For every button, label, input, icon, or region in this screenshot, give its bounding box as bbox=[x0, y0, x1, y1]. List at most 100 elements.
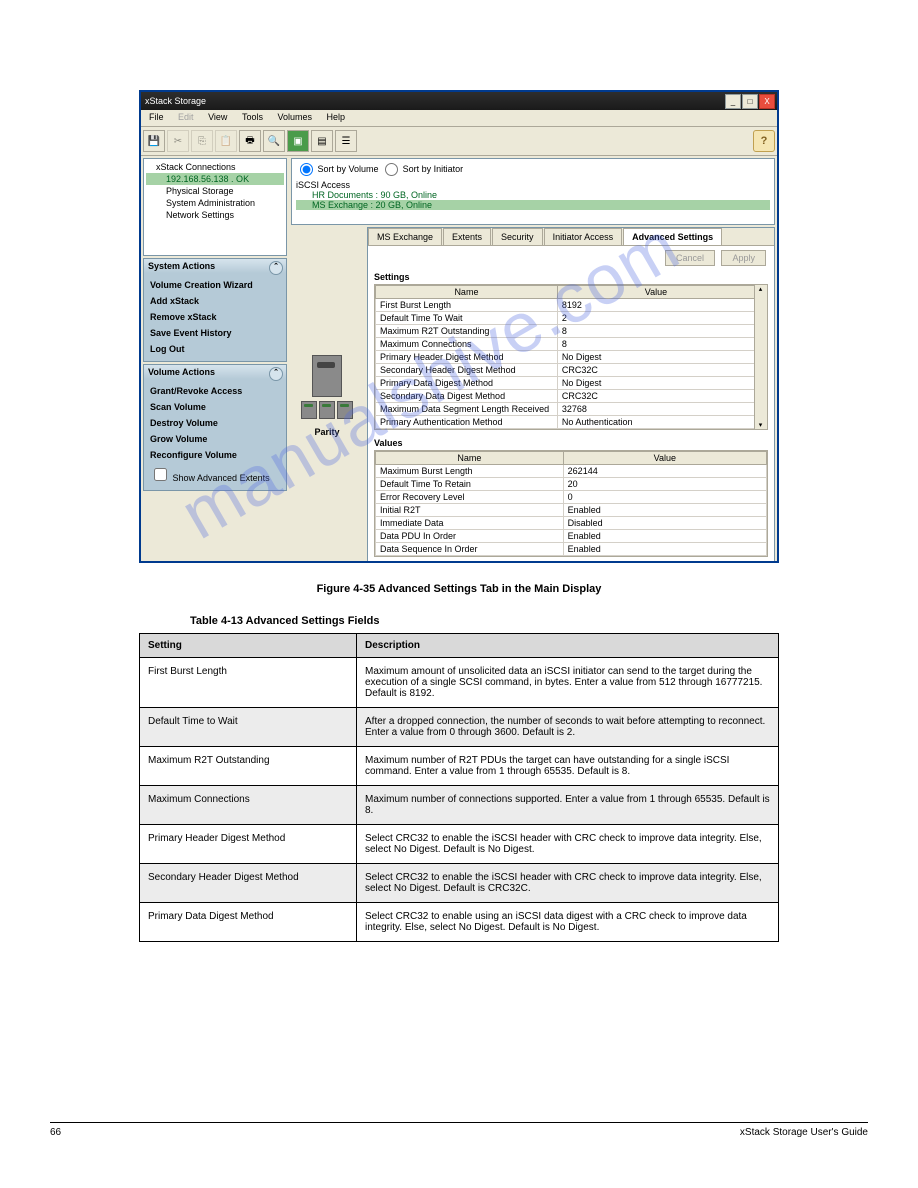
tree-item-sysadmin[interactable]: System Administration bbox=[146, 197, 284, 209]
search-icon[interactable]: 🔍 bbox=[263, 130, 285, 152]
collapse-icon[interactable]: ⌃ bbox=[269, 367, 283, 381]
menu-volumes[interactable]: Volumes bbox=[271, 110, 318, 124]
system-actions-panel: System Actions ⌃ Volume Creation Wizard A… bbox=[143, 258, 287, 362]
maximize-button[interactable]: □ bbox=[742, 94, 758, 109]
menu-file[interactable]: File bbox=[143, 110, 170, 124]
list-icon[interactable]: ☰ bbox=[335, 130, 357, 152]
iscsi-root[interactable]: iSCSI Access bbox=[296, 180, 770, 190]
page-footer: 66 xStack Storage User's Guide bbox=[50, 1122, 868, 1138]
save-icon[interactable]: 💾 bbox=[143, 130, 165, 152]
table-row: Initial R2TEnabled bbox=[376, 504, 767, 517]
collapse-icon[interactable]: ⌃ bbox=[269, 261, 283, 275]
system-actions-title: System Actions bbox=[148, 261, 215, 271]
menu-edit: Edit bbox=[172, 110, 200, 124]
col-name: Name bbox=[376, 286, 558, 299]
sort-by-volume[interactable]: Sort by Volume bbox=[296, 164, 379, 174]
settings-header: Settings bbox=[368, 270, 774, 284]
action-grow[interactable]: Grow Volume bbox=[148, 431, 282, 447]
table-row: Default Time To Retain20 bbox=[376, 478, 767, 491]
volume-list-area: Sort by Volume Sort by Initiator iSCSI A… bbox=[291, 158, 775, 225]
apply-button: Apply bbox=[721, 250, 766, 266]
add-icon[interactable]: ▣ bbox=[287, 130, 309, 152]
server-icon bbox=[312, 355, 342, 397]
values-grid: NameValue Maximum Burst Length262144 Def… bbox=[374, 450, 768, 557]
action-reconfigure[interactable]: Reconfigure Volume bbox=[148, 447, 282, 463]
action-scan[interactable]: Scan Volume bbox=[148, 399, 282, 415]
volume-type-label: Parity bbox=[314, 427, 339, 437]
table-row: Primary Data Digest MethodNo Digest bbox=[376, 377, 755, 390]
tab-extents[interactable]: Extents bbox=[443, 228, 491, 245]
volume-actions-title: Volume Actions bbox=[148, 367, 215, 377]
disk-icon bbox=[319, 401, 335, 419]
menu-view[interactable]: View bbox=[202, 110, 233, 124]
table-row: Maximum R2T OutstandingMaximum number of… bbox=[140, 747, 779, 786]
table-row: Maximum Data Segment Length Received3276… bbox=[376, 403, 755, 416]
col-name: Name bbox=[376, 452, 564, 465]
action-destroy[interactable]: Destroy Volume bbox=[148, 415, 282, 431]
page-number: 66 bbox=[50, 1127, 61, 1138]
col-setting: Setting bbox=[140, 634, 357, 658]
connections-panel: xStack Connections 192.168.56.138 . OK P… bbox=[143, 158, 287, 256]
table-row: Maximum Connections8 bbox=[376, 338, 755, 351]
menu-help[interactable]: Help bbox=[321, 110, 352, 124]
volume-exchange[interactable]: MS Exchange : 20 GB, Online bbox=[296, 200, 770, 210]
table-row: Maximum ConnectionsMaximum number of con… bbox=[140, 786, 779, 825]
volume-actions-panel: Volume Actions ⌃ Grant/Revoke Access Scan… bbox=[143, 364, 287, 491]
volume-hr[interactable]: HR Documents : 90 GB, Online bbox=[296, 190, 770, 200]
sort-by-initiator[interactable]: Sort by Initiator bbox=[381, 164, 463, 174]
table-row: Default Time to WaitAfter a dropped conn… bbox=[140, 708, 779, 747]
volume-diagram: Parity bbox=[291, 227, 363, 563]
toolbar: 💾 ✂ ⎘ 📋 🖶 🔍 ▣ ▤ ☰ ? bbox=[141, 127, 777, 156]
help-icon[interactable]: ? bbox=[753, 130, 775, 152]
details-panel: MS Exchange Extents Security Initiator A… bbox=[367, 227, 775, 563]
table-row: Primary Header Digest MethodNo Digest bbox=[376, 351, 755, 364]
action-save-history[interactable]: Save Event History bbox=[148, 325, 282, 341]
close-button[interactable]: X bbox=[759, 94, 775, 109]
tab-security[interactable]: Security bbox=[492, 228, 543, 245]
table-row: Primary Header Digest MethodSelect CRC32… bbox=[140, 825, 779, 864]
cancel-button: Cancel bbox=[665, 250, 715, 266]
tab-advanced[interactable]: Advanced Settings bbox=[623, 228, 722, 245]
tab-initiator[interactable]: Initiator Access bbox=[544, 228, 623, 245]
action-grant-revoke[interactable]: Grant/Revoke Access bbox=[148, 383, 282, 399]
menubar: File Edit View Tools Volumes Help bbox=[141, 110, 777, 127]
print-icon[interactable]: 🖶 bbox=[239, 130, 261, 152]
scrollbar[interactable] bbox=[754, 285, 767, 429]
app-window: xStack Storage _ □ X File Edit View Tool… bbox=[139, 90, 779, 563]
table-caption: Table 4-13 Advanced Settings Fields bbox=[190, 615, 868, 627]
minimize-button[interactable]: _ bbox=[725, 94, 741, 109]
table-row: Data PDU In OrderEnabled bbox=[376, 530, 767, 543]
tree-ip[interactable]: 192.168.56.138 . OK bbox=[146, 173, 284, 185]
action-remove-xstack[interactable]: Remove xStack bbox=[148, 309, 282, 325]
show-advanced-checkbox[interactable] bbox=[154, 468, 167, 481]
show-advanced-label: Show Advanced Extents bbox=[173, 473, 270, 483]
prop-icon[interactable]: ▤ bbox=[311, 130, 333, 152]
settings-grid: NameValue First Burst Length8192 Default… bbox=[374, 284, 768, 430]
table-row: Primary Data Digest MethodSelect CRC32 t… bbox=[140, 903, 779, 942]
table-row: Secondary Header Digest MethodSelect CRC… bbox=[140, 864, 779, 903]
disk-icon bbox=[337, 401, 353, 419]
tree-item-network[interactable]: Network Settings bbox=[146, 209, 284, 221]
table-row: Secondary Data Digest MethodCRC32C bbox=[376, 390, 755, 403]
col-value: Value bbox=[557, 286, 754, 299]
action-vol-wizard[interactable]: Volume Creation Wizard bbox=[148, 277, 282, 293]
disk-icon bbox=[301, 401, 317, 419]
copy-icon: ⎘ bbox=[191, 130, 213, 152]
action-logout[interactable]: Log Out bbox=[148, 341, 282, 357]
tab-bar: MS Exchange Extents Security Initiator A… bbox=[368, 228, 774, 246]
table-row: Default Time To Wait2 bbox=[376, 312, 755, 325]
menu-tools[interactable]: Tools bbox=[236, 110, 269, 124]
paste-icon: 📋 bbox=[215, 130, 237, 152]
titlebar: xStack Storage _ □ X bbox=[141, 92, 777, 110]
table-row: Error Recovery Level0 bbox=[376, 491, 767, 504]
figure-caption: Figure 4-35 Advanced Settings Tab in the… bbox=[50, 583, 868, 595]
tree-root[interactable]: xStack Connections bbox=[146, 161, 284, 173]
tree-item-storage[interactable]: Physical Storage bbox=[146, 185, 284, 197]
action-add-xstack[interactable]: Add xStack bbox=[148, 293, 282, 309]
table-row: Immediate DataDisabled bbox=[376, 517, 767, 530]
cut-icon: ✂ bbox=[167, 130, 189, 152]
table-row: Primary Authentication MethodNo Authenti… bbox=[376, 416, 755, 429]
tab-ms-exchange[interactable]: MS Exchange bbox=[368, 228, 442, 245]
table-row: Secondary Header Digest MethodCRC32C bbox=[376, 364, 755, 377]
window-title: xStack Storage bbox=[145, 96, 206, 106]
